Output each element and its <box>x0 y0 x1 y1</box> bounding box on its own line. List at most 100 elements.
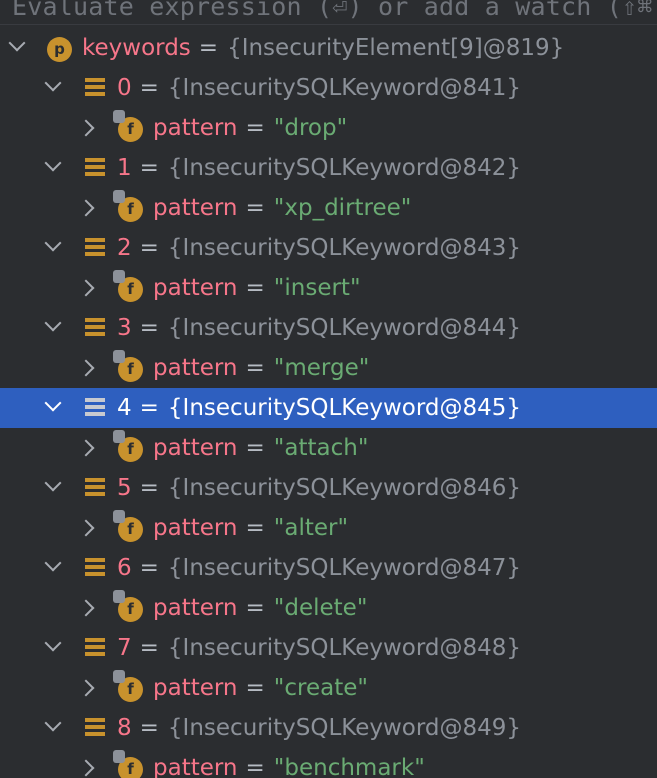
element-value: {InsecuritySQLKeyword@847} <box>167 555 522 581</box>
chevron-right-icon[interactable] <box>77 119 95 137</box>
evaluate-expression-bar[interactable]: Evaluate expression (⏎) or add a watch (… <box>0 0 657 25</box>
tree-row-field[interactable]: f pattern = "xp_dirtree" <box>0 188 657 228</box>
equals-sign: = <box>245 435 265 461</box>
tree-row-element[interactable]: 5 = {InsecuritySQLKeyword@846} <box>0 468 657 508</box>
field-name: pattern <box>153 435 238 461</box>
field-value: "alter" <box>273 515 349 541</box>
field-name: pattern <box>153 275 238 301</box>
equals-sign: = <box>245 675 265 701</box>
tree-row-element[interactable]: 3 = {InsecuritySQLKeyword@844} <box>0 308 657 348</box>
chevron-down-icon[interactable] <box>44 154 62 172</box>
field-value: "xp_dirtree" <box>273 195 412 221</box>
tree-row-element[interactable]: 4 = {InsecuritySQLKeyword@845} <box>0 388 657 428</box>
field-value: "drop" <box>273 115 348 141</box>
equals-sign: = <box>139 155 159 181</box>
tree-row-text: 6 = {InsecuritySQLKeyword@847} <box>117 555 521 581</box>
chevron-down-icon[interactable] <box>44 714 62 732</box>
array-element-icon <box>85 718 105 737</box>
tree-row-text: 7 = {InsecuritySQLKeyword@848} <box>117 635 521 661</box>
equals-sign: = <box>139 715 159 741</box>
lock-icon <box>113 510 125 523</box>
field-value: "benchmark" <box>273 755 425 778</box>
tree-row-text: pattern = "benchmark" <box>153 755 425 778</box>
tree-row-element[interactable]: 6 = {InsecuritySQLKeyword@847} <box>0 548 657 588</box>
tree-row-field[interactable]: f pattern = "insert" <box>0 268 657 308</box>
equals-sign: = <box>245 595 265 621</box>
tree-row-element[interactable]: 1 = {InsecuritySQLKeyword@842} <box>0 148 657 188</box>
field-name: pattern <box>153 755 238 778</box>
lock-icon <box>113 590 125 603</box>
chevron-down-icon[interactable] <box>44 554 62 572</box>
chevron-right-icon[interactable] <box>77 599 95 617</box>
field-name: pattern <box>153 675 238 701</box>
tree-row-element[interactable]: 0 = {InsecuritySQLKeyword@841} <box>0 68 657 108</box>
element-index: 2 <box>117 235 132 261</box>
tree-row-element[interactable]: 2 = {InsecuritySQLKeyword@843} <box>0 228 657 268</box>
tree-row-field[interactable]: f pattern = "create" <box>0 668 657 708</box>
tree-row-field[interactable]: f pattern = "delete" <box>0 588 657 628</box>
chevron-down-icon[interactable] <box>44 74 62 92</box>
array-element-icon <box>85 558 105 577</box>
field-icon: f <box>113 510 143 542</box>
chevron-right-icon[interactable] <box>77 519 95 537</box>
equals-sign: = <box>139 555 159 581</box>
field-value: "attach" <box>273 435 369 461</box>
tree-row-text: 3 = {InsecuritySQLKeyword@844} <box>117 315 521 341</box>
tree-row-text: 2 = {InsecuritySQLKeyword@843} <box>117 235 521 261</box>
lock-icon <box>113 670 125 683</box>
tree-row-text: 1 = {InsecuritySQLKeyword@842} <box>117 155 521 181</box>
tree-row-field[interactable]: f pattern = "merge" <box>0 348 657 388</box>
array-element-icon <box>85 318 105 337</box>
equals-sign: = <box>245 515 265 541</box>
tree-row-keywords[interactable]: p keywords = {InsecurityElement[9]@819} <box>0 28 657 68</box>
equals-sign: = <box>245 195 265 221</box>
field-icon: f <box>113 350 143 382</box>
variable-value: {InsecurityElement[9]@819} <box>227 35 565 61</box>
chevron-down-icon[interactable] <box>8 34 26 52</box>
field-name: pattern <box>153 355 238 381</box>
equals-sign: = <box>139 395 159 421</box>
chevron-right-icon[interactable] <box>77 759 95 777</box>
chevron-right-icon[interactable] <box>77 359 95 377</box>
tree-row-text: pattern = "delete" <box>153 595 367 621</box>
array-element-icon <box>85 78 105 97</box>
chevron-down-icon[interactable] <box>44 234 62 252</box>
chevron-right-icon[interactable] <box>77 679 95 697</box>
field-value: "merge" <box>273 355 370 381</box>
tree-row-field[interactable]: f pattern = "attach" <box>0 428 657 468</box>
tree-row-field[interactable]: f pattern = "drop" <box>0 108 657 148</box>
tree-row-text: 4 = {InsecuritySQLKeyword@845} <box>117 395 521 421</box>
chevron-down-icon[interactable] <box>44 474 62 492</box>
lock-icon <box>113 350 125 363</box>
array-element-icon <box>85 638 105 657</box>
field-icon: f <box>113 750 143 778</box>
tree-row-field[interactable]: f pattern = "alter" <box>0 508 657 548</box>
field-name: pattern <box>153 115 238 141</box>
chevron-down-icon[interactable] <box>44 634 62 652</box>
element-value: {InsecuritySQLKeyword@844} <box>167 315 522 341</box>
element-index: 7 <box>117 635 132 661</box>
lock-icon <box>113 190 125 203</box>
array-element-icon <box>85 238 105 257</box>
tree-row-element[interactable]: 8 = {InsecuritySQLKeyword@849} <box>0 708 657 748</box>
element-value: {InsecuritySQLKeyword@843} <box>167 235 522 261</box>
field-icon: f <box>113 190 143 222</box>
element-value: {InsecuritySQLKeyword@846} <box>167 475 522 501</box>
element-value: {InsecuritySQLKeyword@849} <box>167 715 522 741</box>
tree-row-text: 5 = {InsecuritySQLKeyword@846} <box>117 475 521 501</box>
element-index: 0 <box>117 75 132 101</box>
equals-sign: = <box>139 315 159 341</box>
chevron-right-icon[interactable] <box>77 199 95 217</box>
tree-row-field[interactable]: f pattern = "benchmark" <box>0 748 657 778</box>
field-icon: f <box>113 670 143 702</box>
evaluate-expression-input[interactable]: Evaluate expression (⏎) or add a watch (… <box>12 0 653 21</box>
lock-icon <box>113 430 125 443</box>
tree-row-element[interactable]: 7 = {InsecuritySQLKeyword@848} <box>0 628 657 668</box>
tree-row-text: pattern = "drop" <box>153 115 347 141</box>
chevron-down-icon[interactable] <box>44 314 62 332</box>
chevron-right-icon[interactable] <box>77 439 95 457</box>
chevron-down-icon[interactable] <box>44 394 62 412</box>
tree-row-text: pattern = "alter" <box>153 515 348 541</box>
lock-icon <box>113 110 125 123</box>
chevron-right-icon[interactable] <box>77 279 95 297</box>
